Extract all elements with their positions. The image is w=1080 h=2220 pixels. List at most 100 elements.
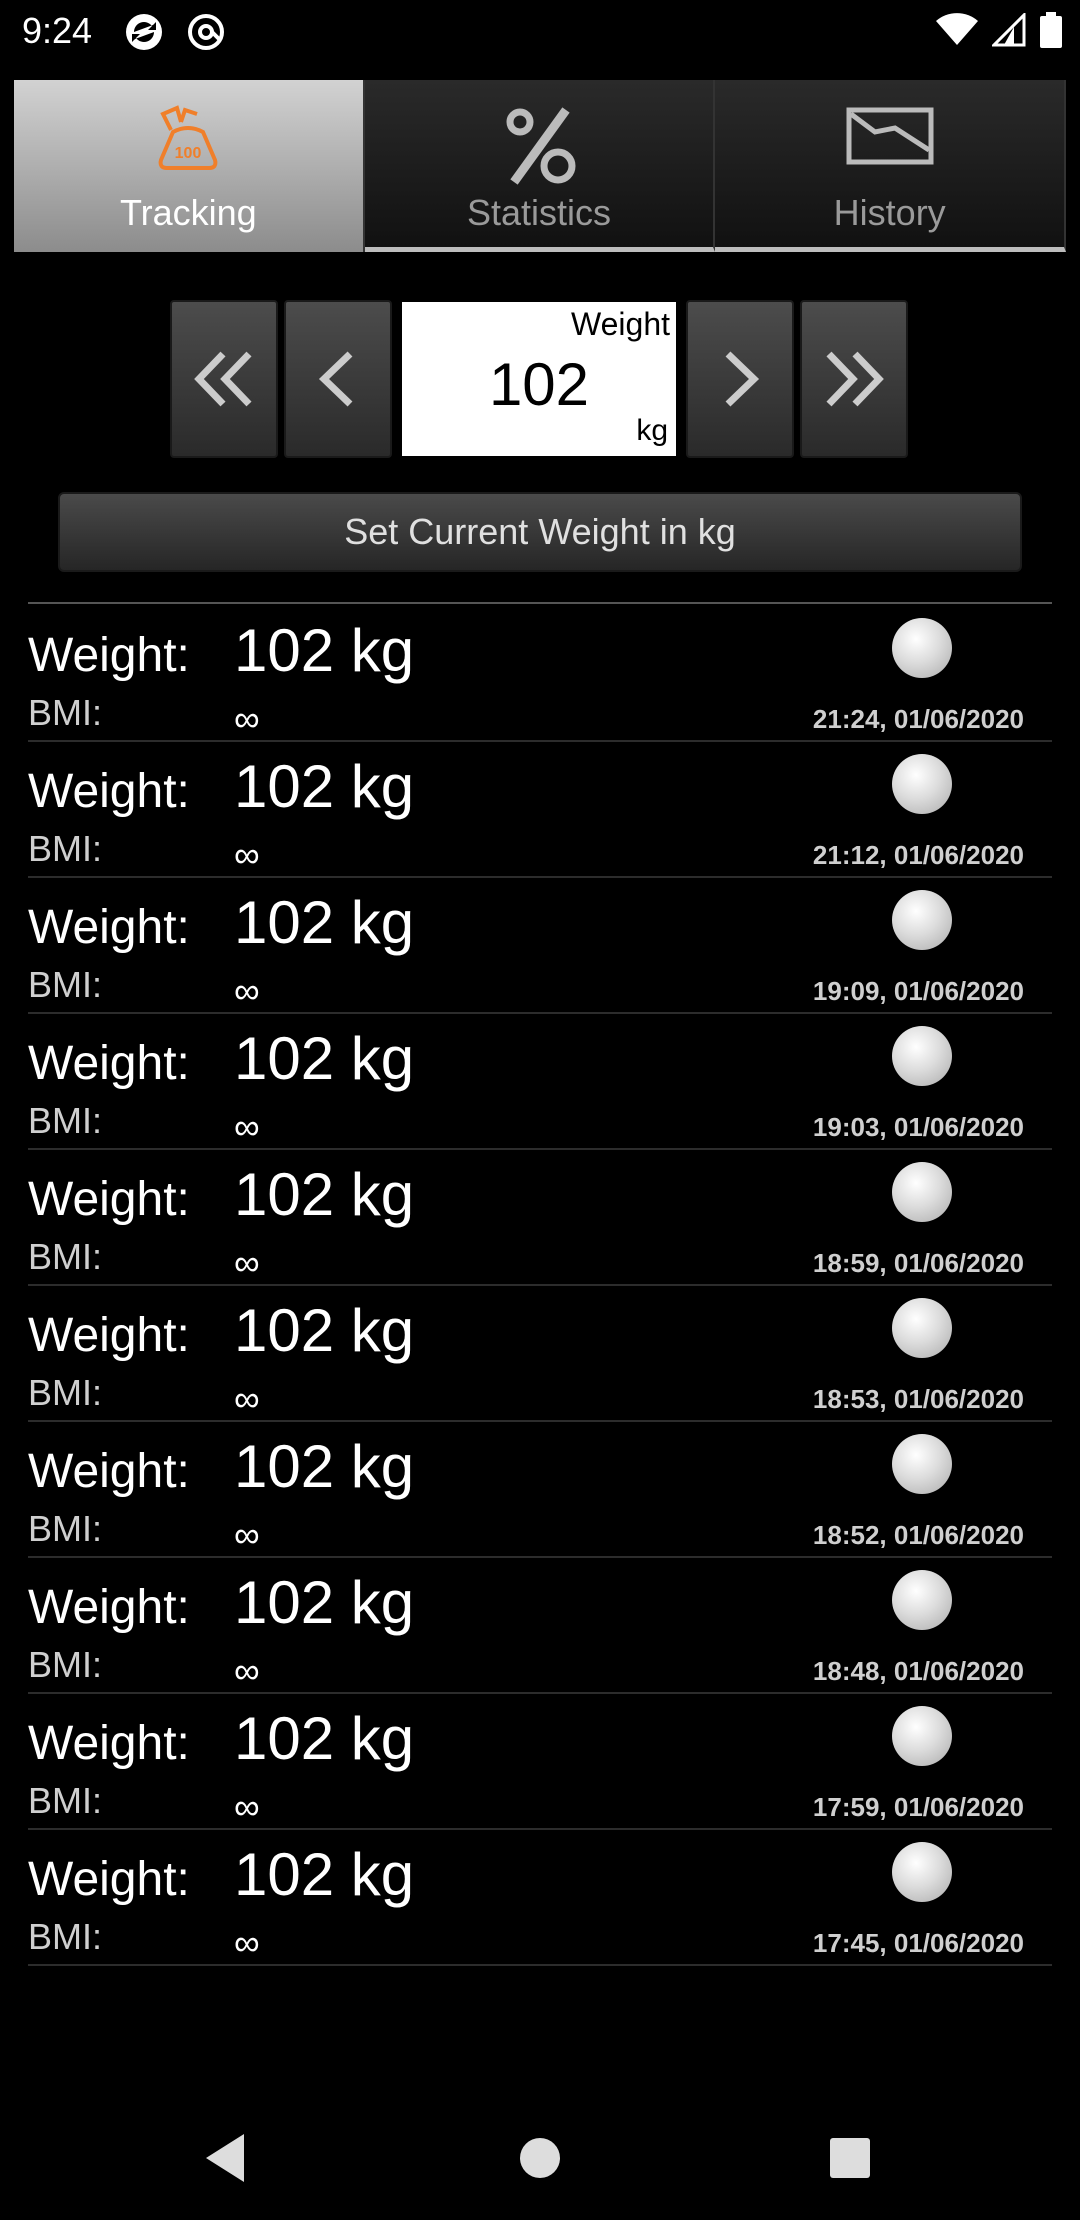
decrease-button[interactable] xyxy=(284,300,392,458)
chart-history-icon xyxy=(846,107,934,165)
bmi-value: ∞ xyxy=(234,1106,260,1147)
set-weight-button[interactable]: Set Current Weight in kg xyxy=(58,492,1022,572)
weight-unit: kg xyxy=(636,414,668,447)
status-dot-icon xyxy=(892,1026,952,1086)
weight-value: 102 kg xyxy=(234,617,415,684)
tab-bar: 100 Tracking Statistics History xyxy=(14,80,1067,252)
timestamp: 21:24, 01/06/2020 xyxy=(812,704,1024,734)
status-time: 9:24 xyxy=(22,10,93,51)
status-dot-icon xyxy=(892,1298,952,1358)
tab-history[interactable]: History xyxy=(715,80,1067,252)
bmi-value: ∞ xyxy=(234,1922,260,1963)
at-sign-app-icon xyxy=(186,12,226,52)
bmi-value: ∞ xyxy=(234,1242,260,1283)
status-dot-icon xyxy=(892,1570,952,1630)
bmi-label: BMI: xyxy=(28,1100,103,1141)
tab-statistics[interactable]: Statistics xyxy=(364,80,716,252)
bmi-label: BMI: xyxy=(28,964,103,1005)
status-dot-icon xyxy=(892,890,952,950)
bmi-label: BMI: xyxy=(28,828,103,869)
status-dot-icon xyxy=(892,1842,952,1902)
tab-tracking[interactable]: 100 Tracking xyxy=(14,80,365,252)
weight-label: Weight: xyxy=(28,1445,190,1498)
divider xyxy=(28,602,1052,604)
list-item[interactable]: Weight: 102 kg BMI: ∞ 19:03, 01/06/2020 xyxy=(28,1014,1052,1150)
bmi-value: ∞ xyxy=(234,1786,260,1827)
weight-label: Weight: xyxy=(28,1853,190,1906)
timestamp: 17:59, 01/06/2020 xyxy=(812,1792,1024,1822)
weight-label: Weight: xyxy=(28,629,190,682)
bmi-label: BMI: xyxy=(28,1372,103,1413)
recents-icon[interactable] xyxy=(826,2130,874,2191)
weight-value: 102 kg xyxy=(234,1705,415,1772)
timestamp: 19:09, 01/06/2020 xyxy=(812,976,1024,1006)
status-dot-icon xyxy=(892,1162,952,1222)
list-item[interactable]: Weight: 102 kg BMI: ∞ 21:24, 01/06/2020 xyxy=(28,606,1052,742)
weight-value: 102 kg xyxy=(234,1025,415,1092)
bmi-value: ∞ xyxy=(234,1378,260,1419)
battery-icon xyxy=(1040,12,1062,53)
weight-label: Weight: xyxy=(28,765,190,818)
bmi-value: ∞ xyxy=(234,834,260,875)
double-chevron-right-icon xyxy=(826,351,884,407)
status-dot-icon xyxy=(892,1434,952,1494)
double-chevron-left-icon xyxy=(194,351,252,407)
weight-value: 102 kg xyxy=(234,1297,415,1364)
home-icon[interactable] xyxy=(516,2130,564,2191)
weight-value: 102 kg xyxy=(234,889,415,956)
bmi-label: BMI: xyxy=(28,1508,103,1549)
weight-value: 102 kg xyxy=(234,1161,415,1228)
weight-label: Weight: xyxy=(28,1309,190,1362)
weight-stepper: Weight 102 kg xyxy=(170,300,908,460)
timestamp: 21:12, 01/06/2020 xyxy=(812,840,1024,870)
bmi-label: BMI: xyxy=(28,1780,103,1821)
list-item[interactable]: Weight: 102 kg BMI: ∞ 18:53, 01/06/2020 xyxy=(28,1286,1052,1422)
tab-label: Tracking xyxy=(119,192,257,233)
status-dot-icon xyxy=(892,754,952,814)
increase-large-button[interactable] xyxy=(800,300,908,458)
list-item[interactable]: Weight: 102 kg BMI: ∞ 18:48, 01/06/2020 xyxy=(28,1558,1052,1694)
list-item[interactable]: Weight: 102 kg BMI: ∞ 21:12, 01/06/2020 xyxy=(28,742,1052,878)
weight-value: 102 kg xyxy=(234,1841,415,1908)
weight-value: 102 kg xyxy=(234,1433,415,1500)
weight-value: 102 kg xyxy=(234,1569,415,1636)
timestamp: 18:53, 01/06/2020 xyxy=(812,1384,1024,1414)
timestamp: 18:52, 01/06/2020 xyxy=(812,1520,1024,1550)
weight-label: Weight: xyxy=(28,1581,190,1634)
timestamp: 18:59, 01/06/2020 xyxy=(812,1248,1024,1278)
list-item[interactable]: Weight: 102 kg BMI: ∞ 17:45, 01/06/2020 xyxy=(28,1830,1052,1966)
weight-label: Weight: xyxy=(28,901,190,954)
sync-app-icon xyxy=(124,12,164,52)
back-icon[interactable] xyxy=(200,2130,250,2191)
scale-weight-icon: 100 xyxy=(158,105,218,170)
weight-label: Weight: xyxy=(28,1037,190,1090)
status-dot-icon xyxy=(892,1706,952,1766)
percent-icon xyxy=(506,107,576,185)
bmi-label: BMI: xyxy=(28,1644,103,1685)
decrease-large-button[interactable] xyxy=(170,300,278,458)
increase-button[interactable] xyxy=(686,300,794,458)
weight-display[interactable]: Weight 102 kg xyxy=(402,302,676,456)
timestamp: 17:45, 01/06/2020 xyxy=(812,1928,1024,1958)
bmi-value: ∞ xyxy=(234,1514,260,1555)
status-dot-icon xyxy=(892,618,952,678)
navigation-bar xyxy=(0,2100,1080,2220)
weight-label: Weight: xyxy=(28,1173,190,1226)
chevron-right-icon xyxy=(725,351,760,407)
weight-value: 102 kg xyxy=(234,753,415,820)
tab-label: Statistics xyxy=(466,192,612,233)
list-item[interactable]: Weight: 102 kg BMI: ∞ 18:52, 01/06/2020 xyxy=(28,1422,1052,1558)
timestamp: 19:03, 01/06/2020 xyxy=(812,1112,1024,1142)
list-item[interactable]: Weight: 102 kg BMI: ∞ 17:59, 01/06/2020 xyxy=(28,1694,1052,1830)
list-item[interactable]: Weight: 102 kg BMI: ∞ 18:59, 01/06/2020 xyxy=(28,1150,1052,1286)
weight-label: Weight: xyxy=(28,1717,190,1770)
bmi-value: ∞ xyxy=(234,698,260,739)
status-bar: 9:24 xyxy=(0,0,1080,68)
list-item[interactable]: Weight: 102 kg BMI: ∞ 19:09, 01/06/2020 xyxy=(28,878,1052,1014)
weight-value: 102 xyxy=(488,351,590,418)
weight-label: Weight xyxy=(570,306,670,342)
bmi-value: ∞ xyxy=(234,970,260,1011)
wifi-icon xyxy=(936,13,978,52)
svg-text:100: 100 xyxy=(175,145,202,162)
weight-entry-list: Weight: 102 kg BMI: ∞ 21:24, 01/06/2020 … xyxy=(28,606,1052,1966)
